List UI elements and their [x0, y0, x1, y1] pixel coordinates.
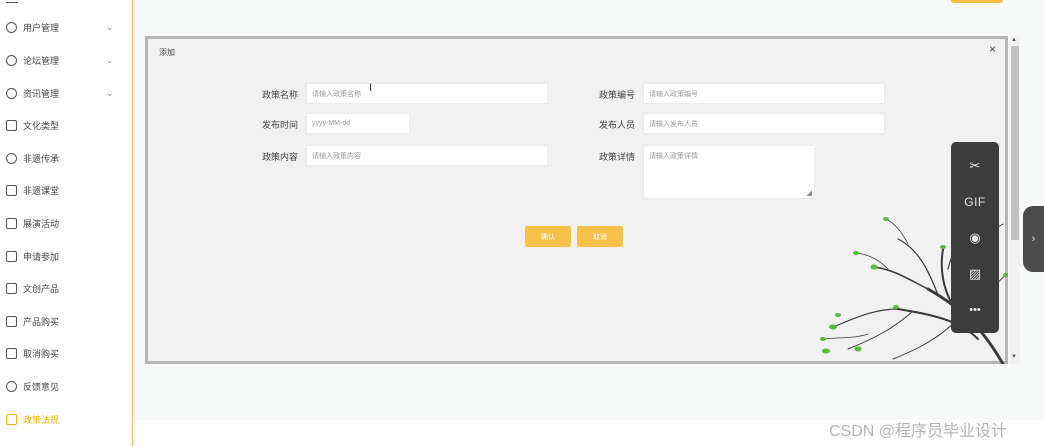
sidebar-item-classroom[interactable]: 非遗课堂: [0, 174, 132, 206]
policy-detail-placeholder: 请输入政策详情: [649, 153, 698, 160]
policy-icon: [6, 413, 17, 425]
cancel-button[interactable]: 取消: [577, 226, 623, 247]
text-cursor-icon: I: [369, 82, 373, 94]
scissors-icon[interactable]: ✂: [951, 155, 999, 177]
resize-grip-icon[interactable]: ◢: [807, 189, 812, 197]
scrollbar-thumb[interactable]: [1011, 46, 1019, 240]
publish-time-input[interactable]: yyyy-MM-dd: [306, 113, 410, 134]
scroll-down-icon[interactable]: ▼: [1011, 354, 1017, 360]
policy-number-input[interactable]: 请输入政策编号: [643, 83, 885, 104]
publisher-input[interactable]: 请输入发布人员: [643, 113, 885, 134]
user-icon: [6, 21, 17, 33]
expand-tab-icon[interactable]: ›: [1023, 206, 1044, 272]
sidebar-item-label: 政策法规: [23, 414, 60, 425]
bookmark-icon: [6, 119, 17, 131]
sidebar-item-policy[interactable]: 政策法规: [0, 403, 132, 435]
sidebar-item-culture-type[interactable]: 文化类型: [0, 109, 132, 141]
confirm-button[interactable]: 确认: [525, 226, 571, 247]
classroom-icon: [6, 184, 17, 196]
sidebar-item-label: 文创产品: [23, 283, 60, 294]
policy-content-label: 政策内容: [262, 152, 299, 162]
forum-icon: [6, 54, 17, 66]
feedback-icon: [6, 380, 17, 392]
bookmark-icon: [6, 315, 17, 327]
chevron-down-icon: ⌄: [106, 21, 114, 32]
gif-icon[interactable]: GIF: [951, 191, 999, 213]
sidebar-item-heritage[interactable]: 非遗传承: [0, 142, 132, 174]
product-icon: [6, 282, 17, 294]
sidebar-item-label: 论坛管理: [23, 55, 60, 66]
sidebar-item-label: 文化类型: [23, 120, 60, 131]
heritage-icon: [6, 152, 17, 164]
policy-name-input[interactable]: 请输入政策名称: [306, 83, 548, 104]
sidebar-item-label: 取消购买: [23, 348, 60, 359]
dialog-title: 添加: [159, 48, 175, 57]
policy-name-label: 政策名称: [262, 90, 299, 100]
publisher-label: 发布人员: [599, 120, 636, 130]
sidebar-item-products[interactable]: 文创产品: [0, 272, 132, 304]
sidebar-item-apply[interactable]: 申请参加: [0, 240, 132, 272]
sidebar-item-label: 产品购买: [23, 316, 60, 327]
sidebar-item-label: 资讯管理: [23, 88, 60, 99]
floating-toolbar: ✂ GIF ◉ ▨ •••: [951, 142, 999, 333]
sidebar: 用户管理 ⌄ 论坛管理 ⌄ 资讯管理 ⌄ 文化类型 非遗传承 非遗课堂 展演活动…: [0, 0, 133, 446]
sidebar-item-cancel-purchase[interactable]: 取消购买: [0, 337, 132, 369]
sidebar-item-performances[interactable]: 展演活动: [0, 207, 132, 239]
document-icon: [6, 250, 17, 262]
sidebar-item-label: 用户管理: [23, 22, 60, 33]
sidebar-item-label: 非遗传承: [23, 153, 60, 164]
image-icon[interactable]: ▨: [951, 263, 999, 285]
policy-detail-textarea[interactable]: 请输入政策详情 ◢: [643, 145, 815, 199]
watermark: CSDN @程序员毕业设计: [829, 423, 1008, 440]
sidebar-top-icon: [6, 0, 18, 3]
publish-time-label: 发布时间: [262, 120, 299, 130]
sidebar-item-feedback[interactable]: 反馈意见: [0, 370, 132, 402]
sidebar-item-label: 申请参加: [23, 251, 60, 262]
sidebar-item-user-management[interactable]: 用户管理 ⌄: [0, 11, 132, 43]
sidebar-item-label: 非遗课堂: [23, 185, 60, 196]
chevron-down-icon: ⌄: [106, 87, 114, 98]
calendar-icon: [6, 217, 17, 229]
sidebar-item-label: 反馈意见: [23, 381, 60, 392]
sidebar-item-news-management[interactable]: 资讯管理 ⌄: [0, 77, 132, 109]
sidebar-item-label: 展演活动: [23, 218, 60, 229]
gear-icon: [6, 87, 17, 99]
policy-content-input[interactable]: 请输入政策内容: [306, 145, 548, 166]
close-icon[interactable]: ×: [989, 42, 996, 56]
top-action-button[interactable]: [951, 0, 1003, 3]
add-dialog: 添加 × 政策名称 请输入政策名称 政策编号 请输入政策编号 发布时间 yyyy…: [145, 36, 1008, 364]
policy-number-label: 政策编号: [599, 90, 636, 100]
cancel-icon: [6, 347, 17, 359]
more-icon[interactable]: •••: [951, 299, 999, 321]
policy-detail-label: 政策详情: [599, 152, 636, 162]
scroll-up-icon[interactable]: ▲: [1011, 37, 1017, 43]
sidebar-item-forum-management[interactable]: 论坛管理 ⌄: [0, 44, 132, 76]
record-icon[interactable]: ◉: [951, 227, 999, 249]
chevron-down-icon: ⌄: [106, 54, 114, 65]
sidebar-item-purchase[interactable]: 产品购买: [0, 305, 132, 337]
